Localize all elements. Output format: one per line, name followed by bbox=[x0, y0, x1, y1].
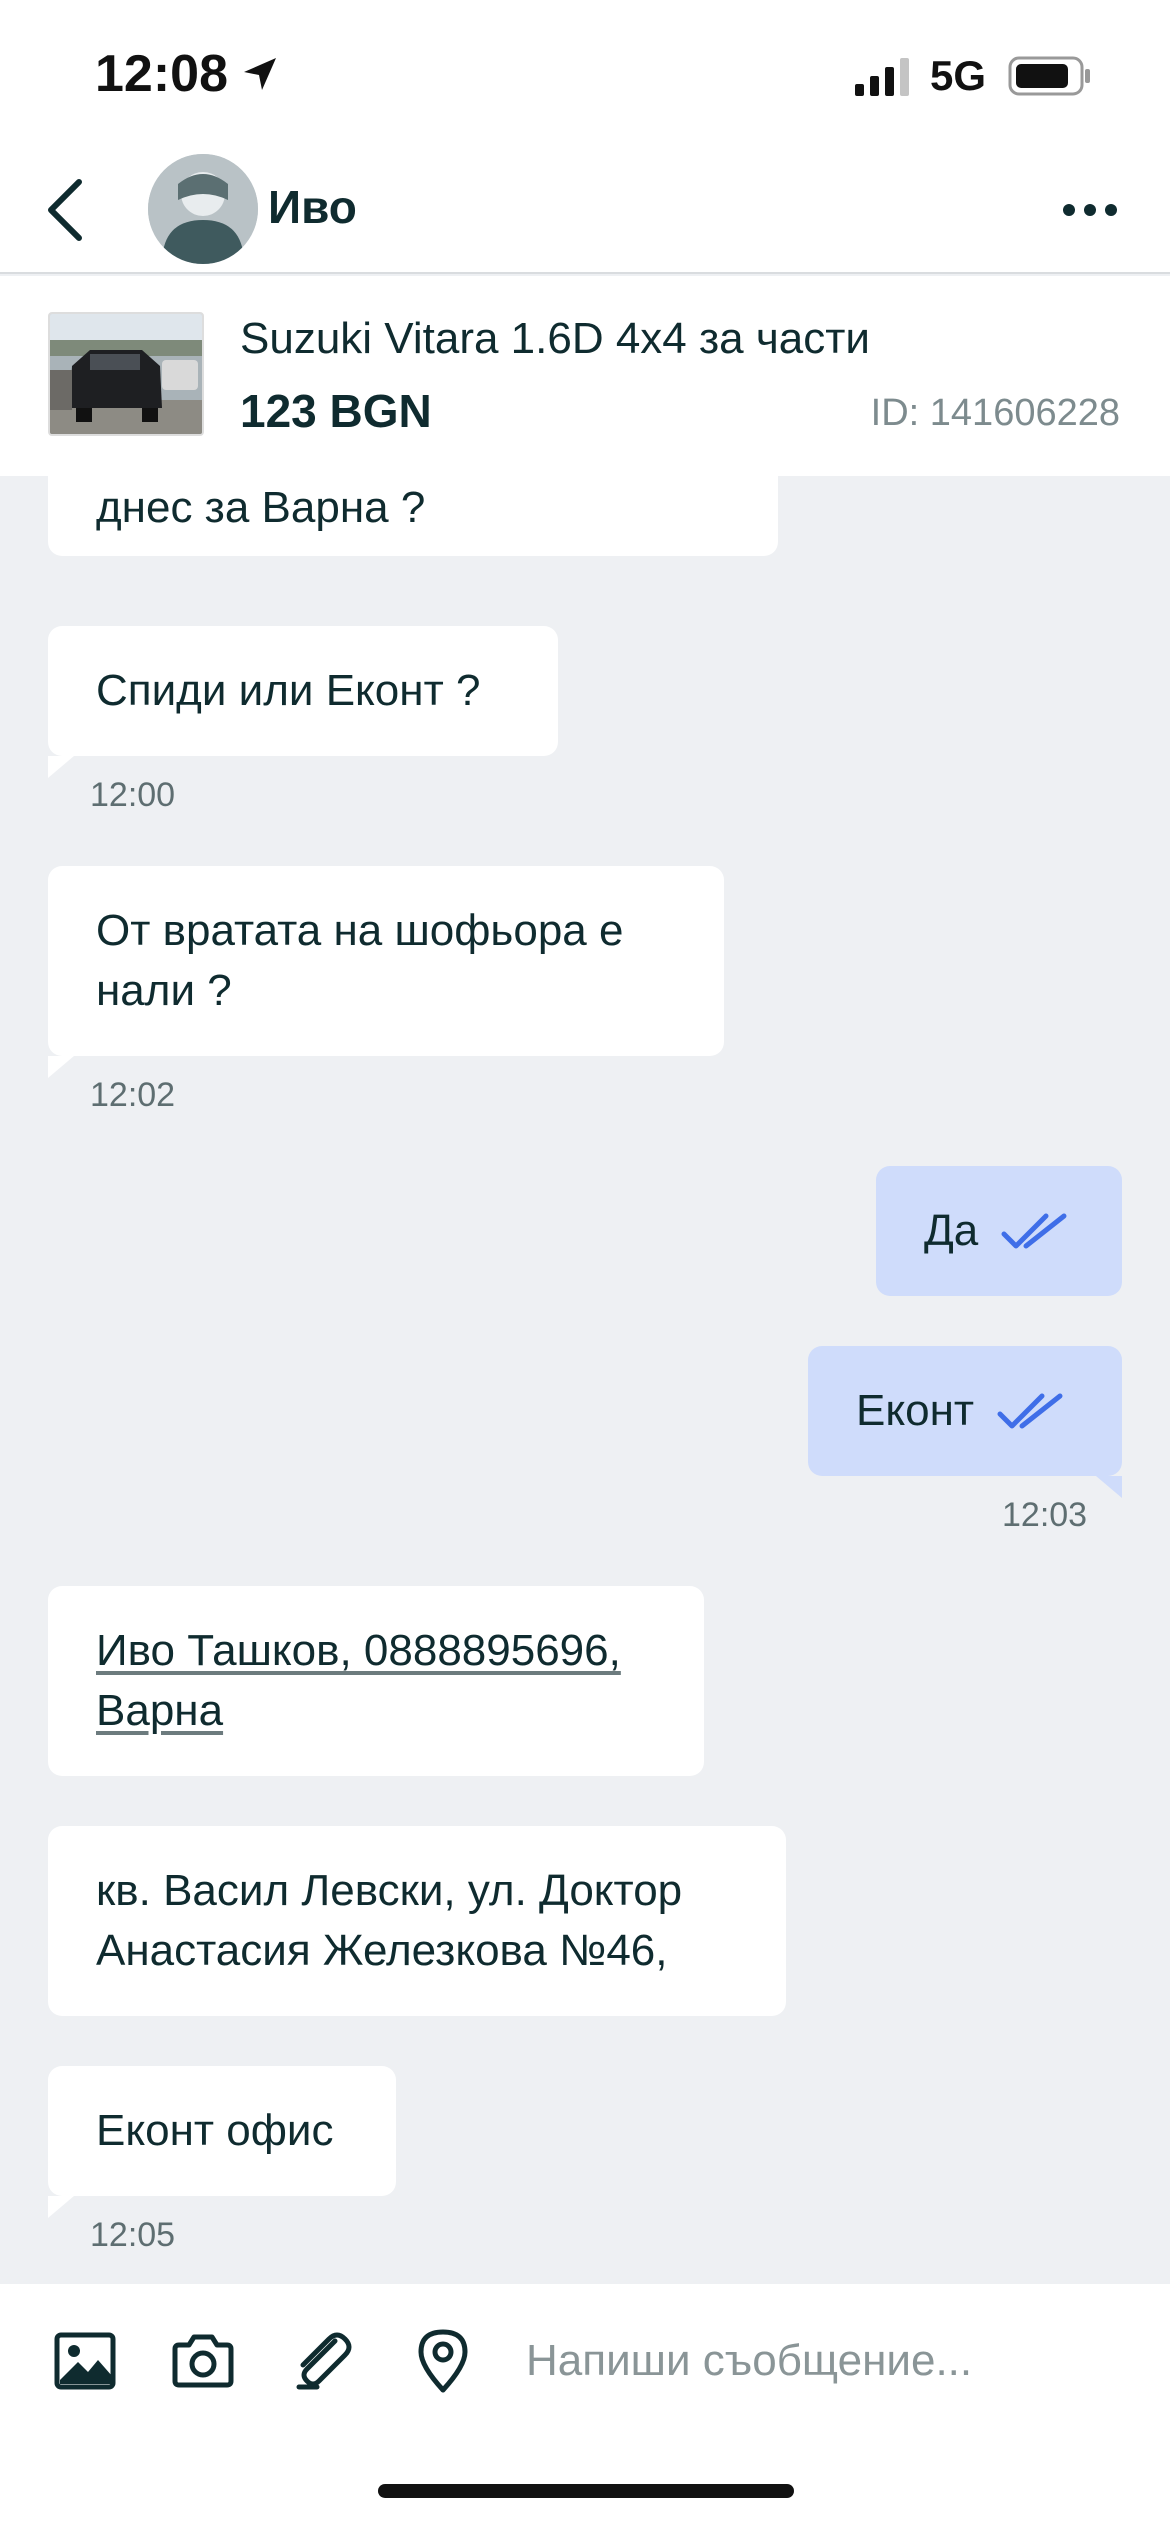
bubble-tail bbox=[1096, 1476, 1122, 1498]
more-dots-icon bbox=[1063, 204, 1117, 216]
avatar[interactable] bbox=[148, 154, 258, 264]
ad-banner[interactable]: Suzuki Vitara 1.6D 4x4 за части 123 BGN … bbox=[0, 276, 1170, 476]
read-double-check-icon bbox=[997, 1393, 1063, 1429]
attach-icon bbox=[296, 2332, 352, 2390]
back-button[interactable] bbox=[30, 170, 100, 250]
contact-name[interactable]: Иво bbox=[268, 180, 357, 234]
city-link[interactable]: Варна bbox=[96, 1681, 223, 1741]
message-text-line: нали ? bbox=[96, 966, 232, 1015]
message-time: 12:00 bbox=[90, 776, 176, 814]
camera-button[interactable] bbox=[168, 2326, 238, 2396]
location-arrow-icon bbox=[244, 58, 276, 90]
ad-thumbnail[interactable] bbox=[48, 312, 204, 436]
message-text: днес за Варна ? bbox=[96, 483, 426, 532]
home-indicator[interactable] bbox=[378, 2484, 794, 2498]
location-pin-icon bbox=[418, 2329, 468, 2393]
message-list[interactable]: днес за Варна ? Спиди или Еконт ? 12:00 … bbox=[0, 476, 1170, 2284]
camera-icon bbox=[172, 2334, 234, 2388]
ad-price: 123 BGN bbox=[240, 385, 432, 437]
bubble-tail bbox=[48, 756, 74, 778]
message-bubble-incoming[interactable]: Спиди или Еконт ? bbox=[48, 626, 558, 756]
message-text: Да bbox=[924, 1206, 979, 1255]
signal-icon bbox=[855, 58, 909, 96]
back-chevron-icon bbox=[48, 179, 82, 241]
bubble-tail bbox=[48, 2196, 74, 2218]
message-bubble-incoming[interactable]: От вратата на шофьора е нали ? bbox=[48, 866, 724, 1056]
message-bubble-incoming[interactable]: Иво Ташков, 0888895696, Варна bbox=[48, 1586, 704, 1776]
message-text: Еконт офис bbox=[96, 2106, 334, 2155]
ad-title[interactable]: Suzuki Vitara 1.6D 4x4 за части bbox=[240, 314, 870, 364]
message-time: 12:05 bbox=[90, 2216, 176, 2254]
message-text-line: кв. Васил Левски, ул. Доктор bbox=[96, 1866, 683, 1915]
message-text: Спиди или Еконт ? bbox=[96, 666, 481, 715]
avatar-silhouette-icon bbox=[148, 154, 258, 264]
message-text: Еконт bbox=[856, 1386, 975, 1435]
network-label: 5G bbox=[930, 52, 987, 99]
car-photo-image bbox=[50, 314, 202, 434]
message-time: 12:03 bbox=[1002, 1496, 1088, 1534]
message-bubble-incoming[interactable]: днес за Варна ? bbox=[48, 476, 778, 556]
status-time: 12:08 bbox=[95, 45, 228, 103]
message-text-line: От вратата на шофьора е bbox=[96, 906, 624, 955]
message-text-line: Анастасия Железкова №46, bbox=[96, 1926, 668, 1975]
attach-file-button[interactable] bbox=[288, 2326, 358, 2396]
bubble-tail bbox=[48, 1056, 74, 1078]
status-bar: 12:08 5G bbox=[0, 0, 1170, 150]
share-location-button[interactable] bbox=[408, 2326, 478, 2396]
read-double-check-icon bbox=[1001, 1213, 1067, 1249]
image-icon bbox=[54, 2332, 116, 2390]
battery-icon bbox=[1008, 56, 1090, 96]
contact-details-link[interactable]: Иво Ташков, 0888895696, bbox=[96, 1621, 621, 1681]
message-input[interactable] bbox=[526, 2324, 1126, 2398]
ad-id: ID: 141606228 bbox=[870, 392, 1120, 434]
message-bubble-outgoing[interactable]: Еконт bbox=[808, 1346, 1122, 1476]
chat-header: Иво bbox=[0, 150, 1170, 274]
attach-image-button[interactable] bbox=[50, 2326, 120, 2396]
message-bubble-incoming[interactable]: Еконт офис bbox=[48, 2066, 396, 2196]
more-options-button[interactable] bbox=[1050, 180, 1130, 240]
message-bubble-incoming[interactable]: кв. Васил Левски, ул. Доктор Анастасия Ж… bbox=[48, 1826, 786, 2016]
message-time: 12:02 bbox=[90, 1076, 176, 1114]
message-bubble-outgoing[interactable]: Да bbox=[876, 1166, 1122, 1296]
